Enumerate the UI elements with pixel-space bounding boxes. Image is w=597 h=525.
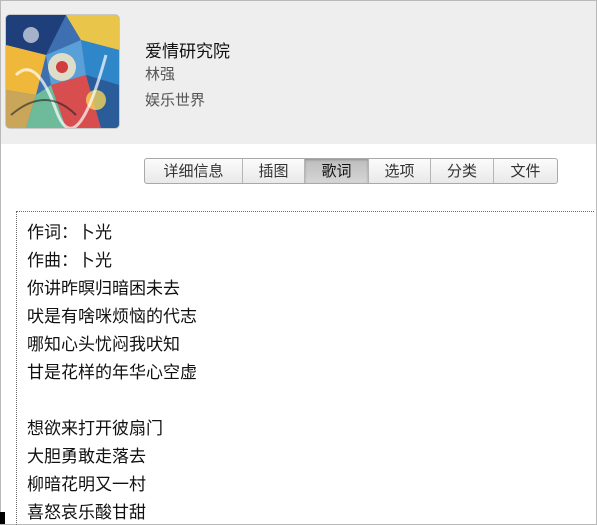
tab-sorting[interactable]: 分类 (430, 159, 493, 183)
tab-file[interactable]: 文件 (493, 159, 557, 183)
track-album: 娱乐世界 (145, 91, 206, 109)
album-art-image (6, 15, 119, 128)
tab-artwork[interactable]: 插图 (242, 159, 304, 183)
lyrics-editor[interactable]: 作词：卜光 作曲：卜光 你讲昨暝归暗困未去 吠是有啥咪烦恼的代志 哪知心头忧闷我… (16, 211, 594, 525)
album-art (6, 15, 119, 128)
track-title: 爱情研究院 (145, 42, 230, 62)
resize-marker (0, 512, 5, 524)
info-tab-bar: 详细信息 插图 歌词 选项 分类 文件 (144, 158, 558, 184)
tab-details[interactable]: 详细信息 (145, 159, 242, 183)
tab-lyrics[interactable]: 歌词 (304, 159, 368, 183)
lyrics-text[interactable]: 作词：卜光 作曲：卜光 你讲昨暝归暗困未去 吠是有啥咪烦恼的代志 哪知心头忧闷我… (27, 219, 197, 525)
track-header: 爱情研究院 林强 娱乐世界 (1, 1, 596, 144)
track-artist: 林强 (145, 65, 176, 83)
tab-options[interactable]: 选项 (368, 159, 430, 183)
